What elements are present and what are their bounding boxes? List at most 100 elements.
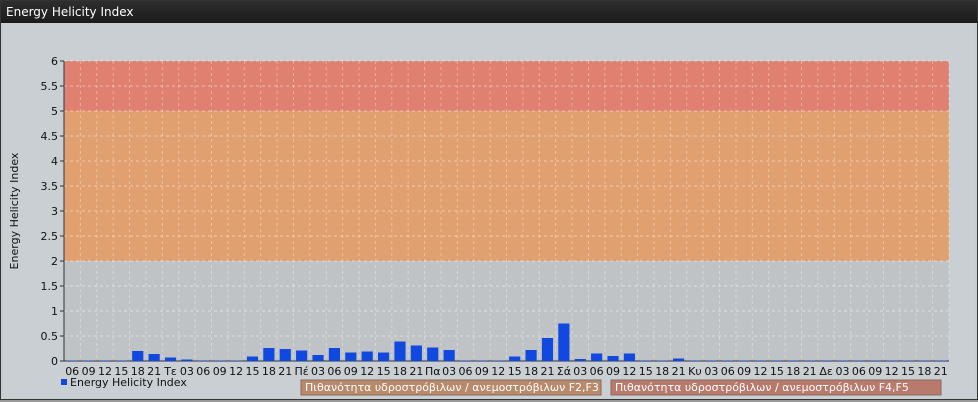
bar (312, 355, 324, 361)
x-tick-label: 09 (737, 365, 751, 378)
bar (492, 360, 504, 361)
bar (623, 353, 635, 361)
bar (410, 345, 422, 361)
x-tick-label: 12 (491, 365, 505, 378)
x-tick-label: 09 (344, 365, 358, 378)
x-tick-label: 03 (311, 365, 325, 378)
x-tick-label: Δε (819, 365, 833, 378)
y-tick-label: 0 (51, 355, 58, 368)
bar (459, 360, 472, 361)
chart-window: Energy Helicity Index 0 0.5 1 1.5 2 2.5 3 3.5 4 4… (0, 0, 978, 400)
bar (541, 338, 554, 361)
bar (361, 351, 373, 361)
bar (525, 350, 537, 361)
x-tick-label: 12 (229, 365, 243, 378)
bar (820, 360, 832, 361)
legend-band-2-label: Πιθανότητα υδροστρόβιλων / ανεμοστρόβιλω… (615, 381, 909, 394)
bar (99, 360, 111, 361)
legend-band-1-label: Πιθανότητα υδροστρόβιλων / ανεμοστρόβιλω… (305, 381, 599, 394)
bar (230, 360, 242, 361)
y-tick-label: 2 (51, 255, 58, 268)
bar (853, 360, 865, 361)
bar (640, 360, 652, 361)
bar (607, 356, 619, 361)
legend-series-label: Energy Helicity Index (70, 376, 187, 389)
x-tick-label: 18 (262, 365, 276, 378)
x-tick-label: 21 (540, 365, 554, 378)
y-tick-label: 4 (51, 155, 58, 168)
x-tick-label: 03 (835, 365, 849, 378)
bar (935, 360, 947, 361)
bar (705, 360, 717, 361)
x-tick-label: 09 (606, 365, 620, 378)
x-tick-label: 18 (393, 365, 407, 378)
x-tick-label: 12 (360, 365, 374, 378)
y-tick-label: 4.5 (41, 130, 59, 143)
bar (197, 360, 209, 361)
x-tick-label: 12 (622, 365, 636, 378)
legend-series-swatch (61, 379, 67, 385)
x-tick-label: 06 (590, 365, 604, 378)
bar (738, 360, 750, 361)
bar (591, 353, 603, 361)
bar (656, 360, 668, 361)
y-tick-label: 5.5 (41, 80, 59, 93)
bar (148, 354, 160, 361)
window-title: Energy Helicity Index (1, 1, 977, 23)
bar (83, 360, 95, 361)
bar (394, 341, 406, 361)
chart-area: 0 0.5 1 1.5 2 2.5 3 3.5 4 4.5 5 5.5 6 Energy Helicity… (3, 24, 975, 398)
x-tick-label: 21 (934, 365, 948, 378)
x-tick-label: 15 (639, 365, 653, 378)
x-tick-label: 15 (245, 365, 259, 378)
bar (181, 359, 193, 361)
x-tick-label: 09 (475, 365, 489, 378)
x-tick-label: 21 (803, 365, 817, 378)
y-tick-label: 6 (51, 55, 58, 68)
bar (427, 347, 439, 361)
bar (902, 360, 914, 361)
bar (263, 348, 275, 361)
x-tick-label: 06 (196, 365, 210, 378)
bar (787, 360, 799, 361)
bar (886, 360, 898, 361)
bar (476, 360, 488, 361)
x-tick-label: 18 (917, 365, 931, 378)
y-tick-label: 3 (51, 205, 58, 218)
x-tick-label: 09 (213, 365, 227, 378)
bar (164, 357, 177, 361)
bar (918, 360, 930, 361)
bar (689, 360, 701, 361)
bar (836, 360, 849, 361)
y-tick-label: 1 (51, 305, 58, 318)
y-tick-label: 3.5 (41, 180, 59, 193)
bar (132, 351, 144, 361)
x-tick-label: 15 (377, 365, 391, 378)
bar (869, 360, 881, 361)
bar (296, 350, 308, 361)
y-tick-label: 5 (51, 105, 58, 118)
bar (509, 356, 521, 361)
bar (673, 358, 685, 361)
bar (574, 359, 586, 361)
y-tick-label: 1.5 (41, 280, 59, 293)
x-tick-label: 06 (459, 365, 473, 378)
x-tick-label: Πα (425, 365, 441, 378)
x-tick-label: Σά (557, 365, 571, 378)
x-tick-label: 21 (409, 365, 423, 378)
x-tick-label: 15 (901, 365, 915, 378)
x-tick-label: 06 (327, 365, 341, 378)
bar (804, 360, 816, 361)
y-tick-label: 0.5 (41, 330, 59, 343)
bar (214, 360, 226, 361)
bar (279, 349, 291, 361)
helicity-chart: 0 0.5 1 1.5 2 2.5 3 3.5 4 4.5 5 5.5 6 Energy Helicity… (8, 55, 950, 396)
bar (771, 360, 783, 361)
y-tick-label: 2.5 (41, 230, 59, 243)
bar (345, 352, 357, 361)
x-tick-label: 21 (672, 365, 686, 378)
x-tick-label: 09 (868, 365, 882, 378)
x-tick-label: 18 (786, 365, 800, 378)
x-tick-label: 06 (852, 365, 866, 378)
x-tick-label: 12 (754, 365, 768, 378)
